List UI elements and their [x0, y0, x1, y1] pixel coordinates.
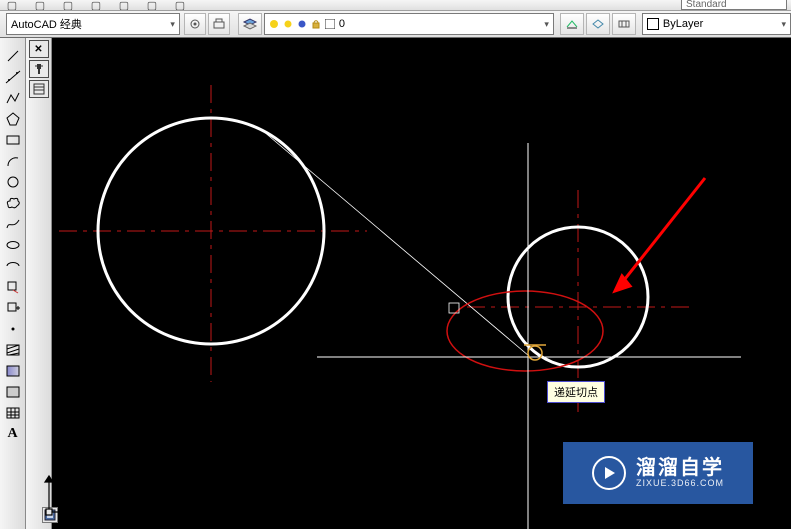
text-style-value: Standard: [686, 0, 727, 10]
open-icon[interactable]: ▢: [32, 0, 48, 10]
workspace-lock-button[interactable]: [208, 13, 230, 35]
paste-icon[interactable]: ▢: [172, 0, 188, 10]
layer-properties-button[interactable]: [238, 13, 262, 35]
color-swatch-icon: [325, 19, 335, 29]
palette-column: ✕: [26, 38, 52, 529]
palette-menu-button[interactable]: [29, 80, 49, 98]
watermark-logo: 溜溜自学 ZIXUE.3D66.COM: [563, 442, 753, 504]
rectangle-tool[interactable]: [3, 130, 23, 149]
palette-close-button[interactable]: ✕: [29, 40, 49, 58]
workspace-icons: [184, 13, 230, 35]
sun-icon: [283, 19, 293, 29]
copy-icon[interactable]: ▢: [144, 0, 160, 10]
layer-tool-3-icon: [617, 17, 631, 31]
hatch-tool[interactable]: [3, 340, 23, 359]
chevron-down-icon: ▾: [544, 19, 549, 30]
layer-prev-button[interactable]: [560, 13, 584, 35]
bulb-on-icon: [269, 19, 279, 29]
draw-toolbar: A: [0, 38, 26, 529]
insert-block-tool[interactable]: [3, 277, 23, 296]
ucs-x-label: X: [125, 507, 133, 519]
mtext-tool[interactable]: A: [3, 424, 23, 443]
table-tool[interactable]: [3, 403, 23, 422]
logo-main: 溜溜自学: [636, 457, 724, 479]
layer-tool-2-icon: [591, 17, 605, 31]
new-icon[interactable]: ▢: [4, 0, 20, 10]
lock-icon: [311, 19, 321, 29]
logo-sub: ZIXUE.3D66.COM: [636, 479, 724, 489]
polyline-tool[interactable]: [3, 88, 23, 107]
menu-icon: [33, 83, 45, 95]
revcloud-tool[interactable]: [3, 193, 23, 212]
freeze-vp-icon: [297, 19, 307, 29]
point-tool[interactable]: [3, 319, 23, 338]
layer-select[interactable]: 0 ▾: [264, 13, 554, 35]
ellipse-arc-tool[interactable]: [3, 256, 23, 275]
layer-match-button[interactable]: [612, 13, 636, 35]
palette-pin-button[interactable]: [29, 60, 49, 78]
play-icon: [592, 456, 626, 490]
gradient-tool[interactable]: [3, 361, 23, 380]
ellipse-tool[interactable]: [3, 235, 23, 254]
text-style-select[interactable]: Standard: [681, 0, 787, 10]
layers-icon: [242, 16, 258, 32]
color-value: ByLayer: [663, 18, 703, 30]
circle-tool[interactable]: [3, 172, 23, 191]
line-tool[interactable]: [3, 46, 23, 65]
snap-tooltip: 递延切点: [547, 381, 605, 403]
spline-tool[interactable]: [3, 214, 23, 233]
polygon-tool[interactable]: [3, 109, 23, 128]
make-block-tool[interactable]: [3, 298, 23, 317]
arc-tool[interactable]: [3, 151, 23, 170]
standard-toolbar: ▢ ▢ ▢ ▢ ▢ ▢ ▢ Standard: [0, 0, 791, 11]
layer-iso-button[interactable]: [586, 13, 610, 35]
print-icon[interactable]: ▢: [88, 0, 104, 10]
workspace-layer-row: AutoCAD 经典 ▾ 0 ▾: [0, 11, 791, 38]
chevron-down-icon: ▾: [781, 19, 786, 30]
main-area: A ✕: [0, 38, 791, 529]
construction-line-tool[interactable]: [3, 67, 23, 86]
cut-icon[interactable]: ▢: [116, 0, 132, 10]
gear-icon: [188, 17, 202, 31]
region-tool[interactable]: [3, 382, 23, 401]
layer-panel: 0 ▾: [238, 13, 636, 35]
color-swatch-icon: [647, 18, 659, 30]
pin-icon: [33, 63, 45, 75]
workspace-settings-button[interactable]: [184, 13, 206, 35]
layer-tools: [560, 13, 636, 35]
chevron-down-icon: ▾: [170, 19, 175, 30]
workspace-select[interactable]: AutoCAD 经典 ▾: [6, 13, 180, 35]
ucs-icon: X: [37, 470, 147, 525]
color-control-select[interactable]: ByLayer ▾: [642, 13, 791, 35]
save-icon[interactable]: ▢: [60, 0, 76, 10]
workspace-value: AutoCAD 经典: [11, 16, 82, 32]
printer-icon: [212, 17, 226, 31]
layer-name: 0: [339, 18, 345, 30]
drawing-canvas[interactable]: 递延切点 溜溜自学 ZIXUE.3D66.COM X: [52, 38, 791, 529]
snap-tooltip-text: 递延切点: [554, 387, 598, 399]
layer-tool-1-icon: [565, 17, 579, 31]
